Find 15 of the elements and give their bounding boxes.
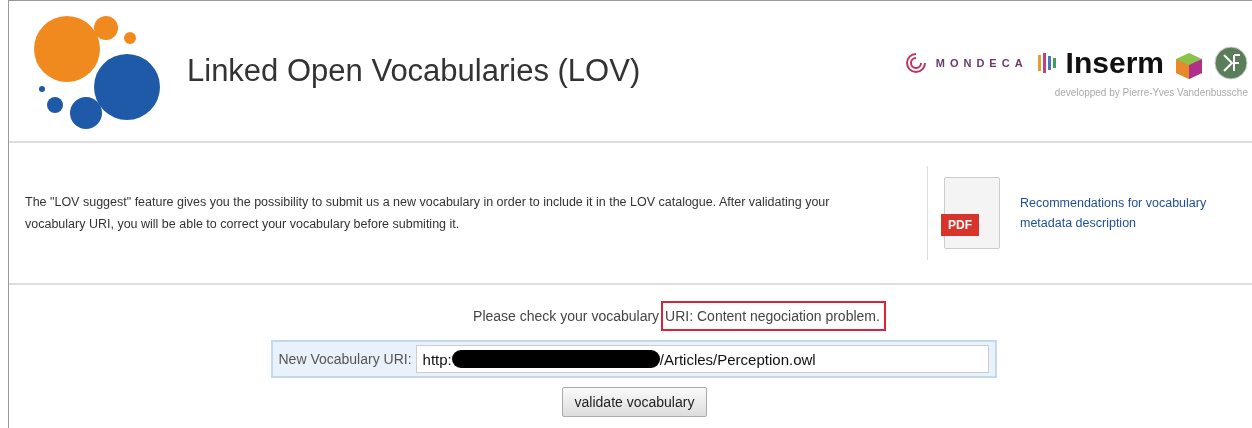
credit-text: developped by Pierre-Yves Vandenbussche	[1054, 86, 1248, 98]
swirl-icon	[903, 50, 928, 75]
field-label: New Vocabulary URI:	[278, 351, 412, 367]
circle-logo-icon	[1214, 45, 1248, 80]
site-title: Linked Open Vocabularies (LOV)	[187, 53, 641, 89]
partner-name: Inserm	[1065, 45, 1164, 80]
recommendations-link[interactable]: Recommendations for vocabulary metadata description	[1020, 193, 1252, 233]
bars-icon	[1035, 50, 1058, 75]
uri-input-field[interactable]: http: /Articles/Perception.owl	[415, 345, 989, 373]
highlighted-error-text: URI: Content negociation problem.	[661, 301, 886, 331]
message-text: Please check your vocabulary	[473, 308, 661, 324]
pdf-label: PDF	[941, 214, 979, 236]
validate-button[interactable]: validate vocabulary	[561, 387, 708, 417]
partner-name: MONDECA	[935, 56, 1028, 69]
intro-text: The "LOV suggest" feature gives you the possibility to submit us a new vocabulary in order to include it in the LOV catalogue. After validating your vocabulary URI, you will be able to correct your vocabulary before submiting it.	[25, 194, 831, 233]
